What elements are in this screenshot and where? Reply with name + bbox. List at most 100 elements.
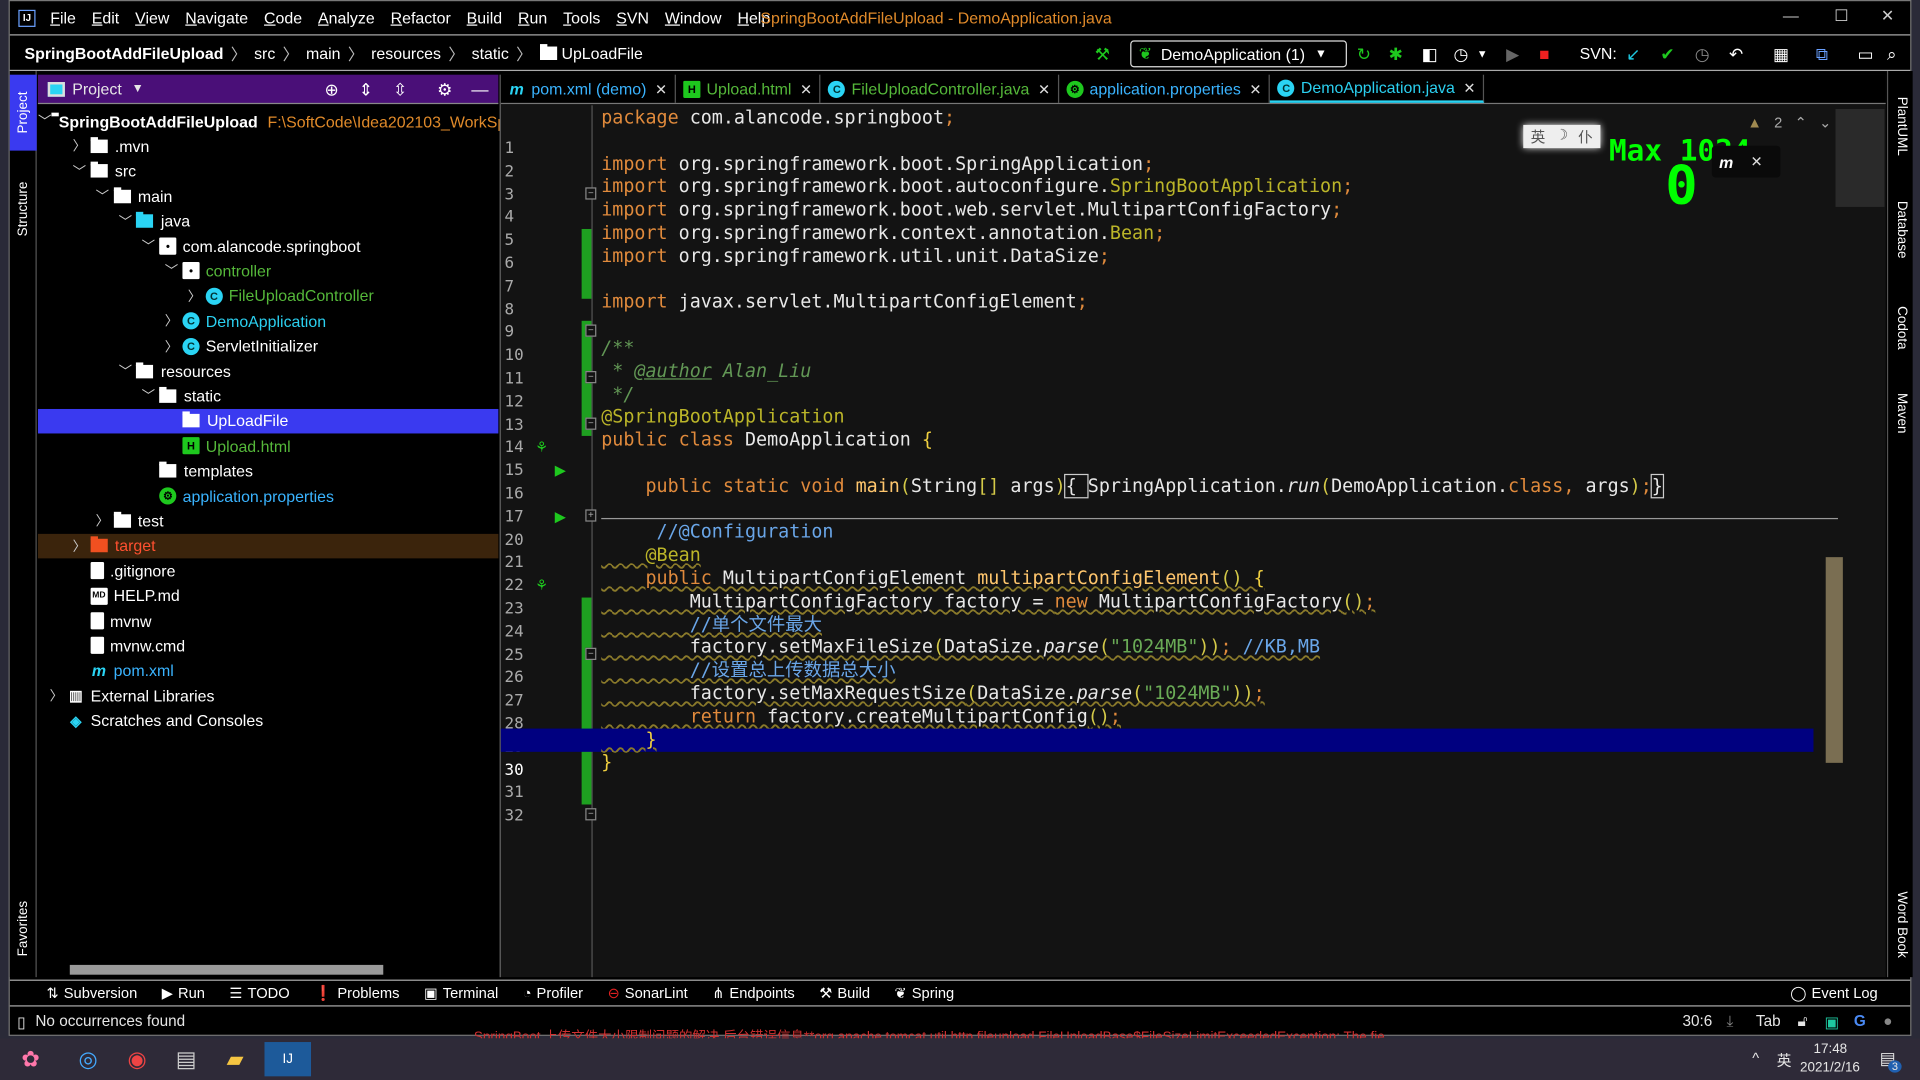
tree-item[interactable]: ﹀ src [38,159,498,183]
menu-window[interactable]: Window [665,9,722,27]
tree-item[interactable]: ﹀ • controller [38,259,498,283]
profile-icon[interactable]: ◷ [1453,44,1468,64]
menu-tools[interactable]: Tools [563,9,600,27]
editor-tab[interactable]: ⚙ application.properties ✕ [1059,74,1271,103]
menu-navigate[interactable]: Navigate [185,9,248,27]
indent-setting[interactable]: Tab [1756,1013,1781,1030]
tree-item[interactable]: 〉 .mvn [38,134,498,158]
spring-bean-icon[interactable]: ⚘ [535,577,548,594]
inspection-widget[interactable]: ▲ 2 ⌃ ⌄ [1747,114,1831,131]
structure-tool-tab[interactable]: Structure [10,167,37,253]
tree-item[interactable]: ⚙ application.properties [38,484,498,508]
menu-view[interactable]: View [135,9,169,27]
debug-bug-icon[interactable]: ✱ [1389,44,1403,64]
tree-item[interactable]: 〉 ▥ External Libraries [38,683,498,707]
tree-item[interactable]: 〉 C DemoApplication [38,309,498,333]
tree-item[interactable]: ﹀ java [38,209,498,233]
chrome-icon[interactable]: ◉ [119,1042,156,1076]
editor-tab[interactable]: C FileUploadController.java ✕ [821,74,1059,103]
taskbar-app-icon[interactable]: ▤ [168,1042,205,1076]
toolwindow-problems[interactable]: ❗ Problems [314,984,399,1001]
tree-item[interactable]: ﹀ SpringBootAddFileUpload F:\SoftCode\Idea… [38,109,506,133]
chevron-right-icon[interactable]: 〉 [160,336,182,356]
hide-panel-icon[interactable]: — [471,80,488,100]
tree-item[interactable]: ◈ Scratches and Consoles [38,708,498,732]
project-view-select[interactable]: Project [72,80,122,98]
tray-chevron-icon[interactable]: ^ [1752,1049,1759,1066]
tree-item[interactable]: 〉 test [38,509,498,533]
close-button[interactable]: ✕ [1881,6,1894,26]
fold-icon[interactable]: − [585,808,597,821]
editor-scrollbar[interactable] [1825,557,1843,763]
chevron-down-icon[interactable]: ﹀ [114,211,136,231]
ime-button[interactable]: 仆 [1578,126,1593,147]
close-icon[interactable]: ✕ [1750,153,1762,170]
translate-icon[interactable]: ⧉ [1816,44,1828,64]
menu-code[interactable]: Code [264,9,302,27]
next-highlight-icon[interactable]: ⌄ [1819,114,1831,131]
fold-icon[interactable]: − [585,371,597,384]
tree-item[interactable]: templates [38,459,498,483]
fold-icon[interactable]: − [585,417,597,430]
chevron-right-icon[interactable]: 〉 [68,536,90,556]
taskbar-app-icon[interactable]: ◎ [70,1042,107,1076]
toolwindow-build[interactable]: ⚒ Build [819,984,870,1001]
intellij-taskbar-icon[interactable]: IJ [264,1042,312,1077]
chevron-down-icon[interactable]: ﹀ [91,186,113,206]
toolwindow-terminal[interactable]: ▣ Terminal [424,984,498,1001]
chevron-down-icon[interactable]: ﹀ [68,161,90,181]
fold-icon[interactable]: − [585,186,597,200]
breadcrumb-item[interactable]: SpringBootAddFileUpload [24,44,223,62]
menu-run[interactable]: Run [518,9,547,27]
chevron-right-icon[interactable]: 〉 [183,286,205,306]
tree-item[interactable]: 〉 C FileUploadController [38,284,498,308]
codota-tool-tab[interactable]: Codota [1888,291,1915,364]
menu-analyze[interactable]: Analyze [318,9,375,27]
favorites-tool-tab[interactable]: Favorites [10,885,37,971]
toolwindow-spring[interactable]: ❦ Spring [895,984,955,1001]
tree-item[interactable]: UpLoadFile [37,408,499,434]
tree-item[interactable]: H Upload.html [38,434,498,458]
fold-icon[interactable]: − [585,324,597,338]
chevron-right-icon[interactable]: 〉 [160,311,182,331]
search-icon[interactable]: ⌕ [1887,44,1897,64]
input-language[interactable]: 英 [1777,1049,1792,1070]
minimap[interactable] [1835,108,1885,207]
run-gutter-icon[interactable]: ▶ [555,508,566,525]
gear-icon[interactable]: ⚙ [437,80,452,101]
wordbook-tool-tab[interactable]: Word Book [1888,879,1915,971]
breadcrumb-item[interactable]: UpLoadFile [561,44,642,62]
breadcrumb-item[interactable]: main [306,44,341,62]
chevron-right-icon[interactable]: 〉 [91,511,113,531]
breadcrumb-item[interactable]: static [472,44,509,62]
google-icon[interactable]: G [1854,1013,1866,1030]
tree-item[interactable]: ﹀ main [38,184,498,208]
clock-time[interactable]: 17:48 [1813,1042,1847,1057]
toolwindow-sonarlint[interactable]: ⊖ SonarLint [608,984,688,1001]
expand-all-icon[interactable]: ⇕ [359,80,373,101]
ime-toolbar[interactable]: 英 ☽ 仆 [1523,124,1601,149]
download-icon[interactable]: ⤓ [1727,1012,1734,1030]
maven-tool-tab[interactable]: Maven [1888,380,1915,449]
chevron-down-icon[interactable]: ▼ [1477,44,1488,64]
breadcrumb-item[interactable]: src [254,44,275,62]
close-tab-icon[interactable]: ✕ [1038,80,1050,97]
stop-icon[interactable]: ■ [1539,44,1549,64]
collapse-all-icon[interactable]: ⇳ [393,80,407,101]
clock-date[interactable]: 2021/2/16 [1800,1060,1860,1075]
vcs-change-marker[interactable] [581,597,592,805]
caret-position[interactable]: 30:6 [1682,1013,1712,1030]
run-icon[interactable]: ▶ [1506,44,1519,64]
menu-build[interactable]: Build [467,9,502,27]
rerun-icon[interactable]: ↻ [1357,44,1371,64]
close-tab-icon[interactable]: ✕ [1463,79,1475,96]
editor-tab[interactable]: C DemoApplication.java ✕ [1270,74,1485,103]
breadcrumb-item[interactable]: resources [371,44,441,62]
start-button[interactable]: ✿ [12,1042,49,1076]
revert-icon[interactable]: ↶ [1729,44,1743,64]
maximize-button[interactable]: ☐ [1834,6,1848,26]
tree-item[interactable]: .gitignore [38,559,498,583]
tree-item[interactable]: m pom.xml [38,659,498,683]
previous-highlight-icon[interactable]: ⌃ [1795,114,1807,131]
toolwindow-todo[interactable]: ☰ TODO [229,984,289,1001]
